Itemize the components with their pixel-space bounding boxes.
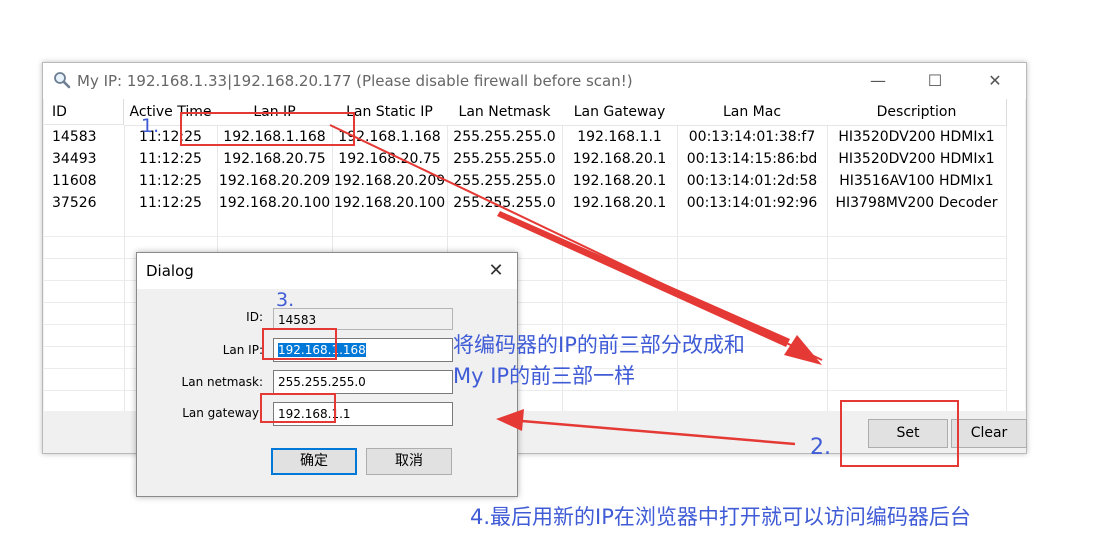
highlight-box-dialog-ip — [262, 328, 337, 360]
arrow-to-dialog — [509, 418, 796, 446]
arrow-head-icon — [496, 409, 524, 431]
step-3-label: 3. — [276, 289, 295, 311]
step-2-label: 2. — [810, 435, 831, 460]
highlight-box-dialog-gateway — [260, 393, 336, 423]
step-4-label: 4.最后用新的IP在浏览器中打开就可以访问编码器后台 — [470, 505, 971, 529]
note-line-1: 将编码器的IP的前三部分改成和 — [453, 333, 745, 357]
arrow-shaft — [497, 211, 790, 347]
note-line-2: My IP的前三部一样 — [453, 364, 636, 388]
highlight-box-lan-ip — [180, 112, 355, 146]
highlight-box-set-button — [840, 400, 959, 467]
step-1-label: 1. — [141, 115, 160, 137]
annotation-arrows — [329, 124, 823, 446]
